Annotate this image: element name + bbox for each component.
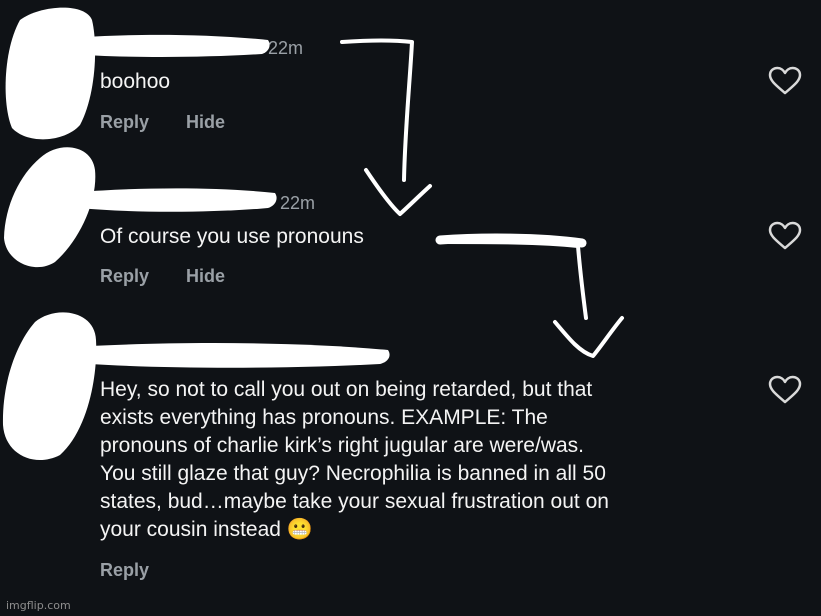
comment-3-text: Hey, so not to call you out on being ret… (100, 378, 609, 541)
heart-icon[interactable] (768, 66, 802, 96)
imgflip-watermark: imgflip.com (6, 599, 71, 612)
reply-button[interactable]: Reply (100, 560, 149, 581)
comment-1-actions: Reply Hide (100, 112, 257, 133)
comment-3-actions: Reply (100, 560, 181, 581)
comment-2-text: Of course you use pronouns (100, 225, 364, 248)
heart-icon[interactable] (768, 375, 802, 405)
comment-2-timestamp: 22m (280, 193, 316, 213)
reply-button[interactable]: Reply (100, 266, 149, 287)
heart-icon[interactable] (768, 221, 802, 251)
hide-button[interactable]: Hide (186, 112, 225, 133)
hand-drawn-arrow-1 (340, 38, 432, 216)
hand-drawn-arrow-2 (440, 240, 624, 358)
reply-button[interactable]: Reply (100, 112, 149, 133)
comment-1-timestamp: 22m (268, 38, 304, 58)
comment-2-actions: Reply Hide (100, 266, 257, 287)
hide-button[interactable]: Hide (186, 266, 225, 287)
comment-1-text: boohoo (100, 70, 171, 93)
